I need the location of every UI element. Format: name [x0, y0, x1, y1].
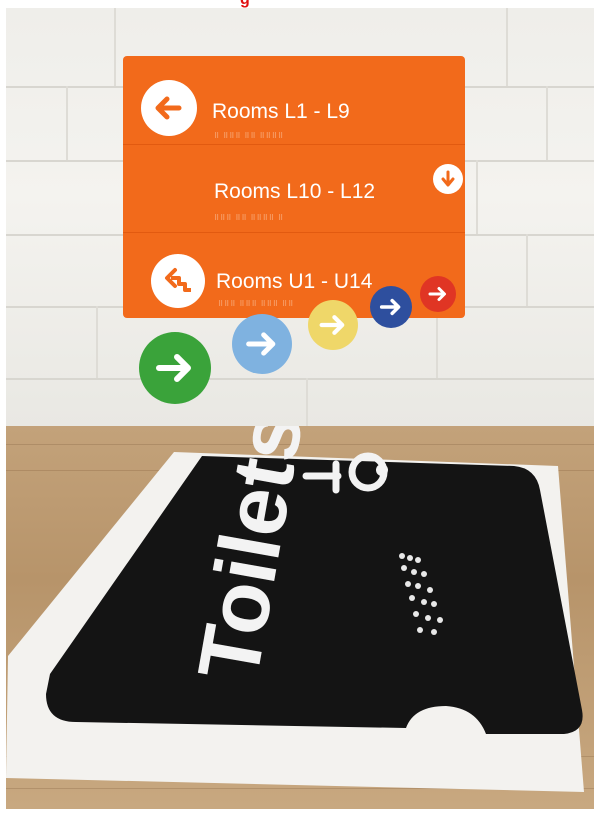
left-arrow-icon [141, 80, 197, 136]
wall-sign-photo: Rooms L1 - L9 ⠿ ⠿⠿⠿ ⠿⠿ ⠿⠿⠿⠿ Rooms L10 - … [6, 8, 594, 426]
toilet-sign-plates: Toilets [6, 426, 584, 792]
room-label-l10-l12: Rooms L10 - L12 [214, 180, 376, 203]
navy-right-arrow-icon [370, 286, 412, 328]
blue-right-arrow-icon [232, 314, 292, 374]
toilet-sign-photo: Toilets [6, 426, 594, 809]
room-label-l1-l9: Rooms L1 - L9 [212, 100, 350, 123]
stairs-arrow-icon [151, 254, 205, 308]
orange-direction-panel: Rooms L1 - L9 ⠿ ⠿⠿⠿ ⠿⠿ ⠿⠿⠿⠿ Rooms L10 - … [123, 56, 465, 318]
top-caption-text: g [240, 0, 250, 8]
braille-row-2: ⠿⠿⠿ ⠿⠿ ⠿⠿⠿⠿ ⠿ [214, 215, 285, 222]
room-label-u1-u14: Rooms U1 - U14 [216, 270, 373, 293]
down-arrow-icon [433, 164, 463, 194]
yellow-right-arrow-icon [308, 300, 358, 350]
green-right-arrow-icon [139, 332, 211, 404]
black-sign-plate [46, 456, 583, 734]
braille-row-1: ⠿ ⠿⠿⠿ ⠿⠿ ⠿⠿⠿⠿ [214, 133, 285, 140]
red-right-arrow-icon [420, 276, 456, 312]
top-caption: g [0, 0, 598, 8]
braille-row-3: ⠿⠿⠿ ⠿⠿⠿ ⠿⠿⠿ ⠿⠿ [218, 301, 295, 308]
